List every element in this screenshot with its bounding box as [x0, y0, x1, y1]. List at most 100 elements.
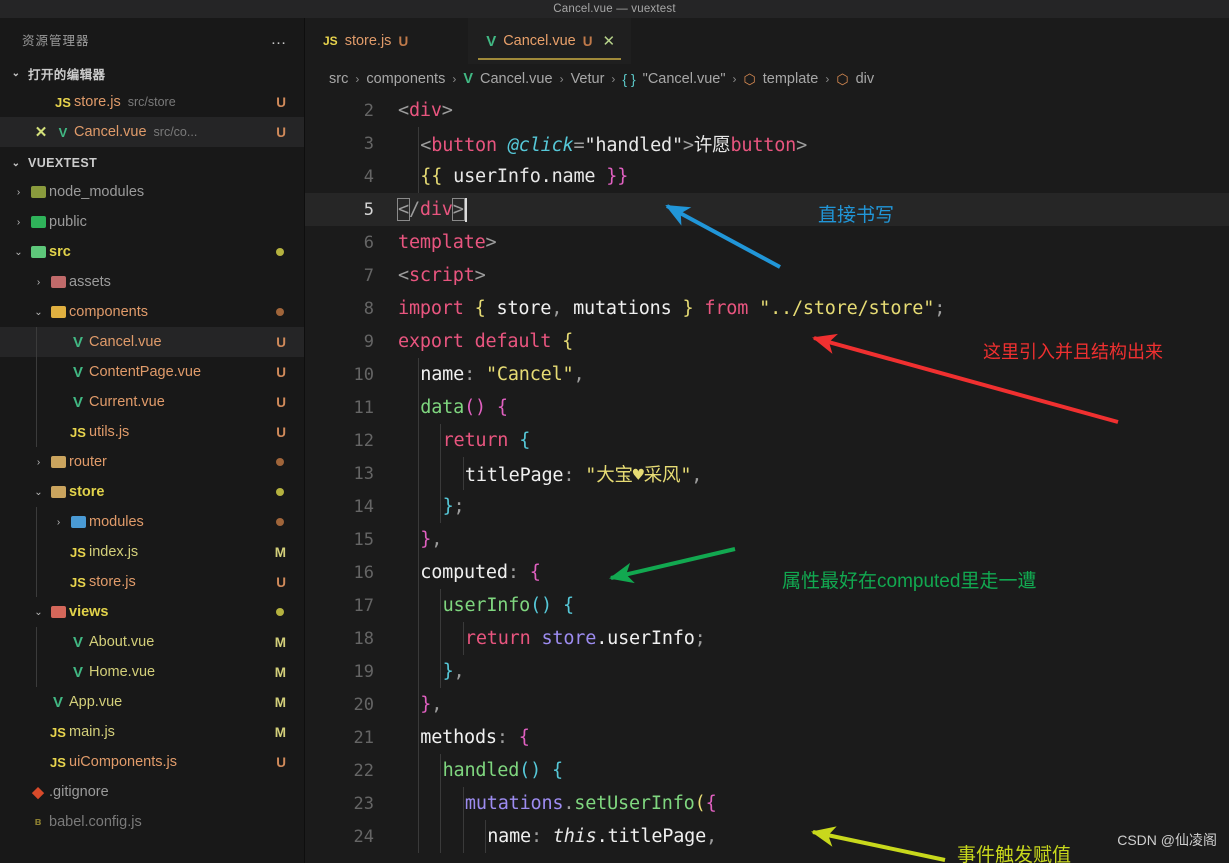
tree-item-main-js[interactable]: JS main.js M [0, 717, 304, 747]
open-editor-item-store[interactable]: JS store.js src/store U [0, 87, 304, 117]
section-open-editors[interactable]: ⌄ 打开的编辑器 [0, 59, 304, 87]
tree-item-current-vue[interactable]: V Current.vue U [0, 387, 304, 417]
vue-icon: V [463, 71, 474, 87]
more-actions-icon[interactable]: … [271, 31, 289, 47]
chevron-down-icon[interactable]: ⌄ [30, 487, 47, 498]
code-line-17[interactable]: 17 userInfo() { [305, 589, 1229, 622]
chevron-right-icon[interactable]: › [30, 277, 47, 288]
tree-item-label: store [69, 484, 105, 500]
tree-item-router[interactable]: › router [0, 447, 304, 477]
indent-guide [418, 424, 419, 457]
tree-item-store[interactable]: ⌄ store [0, 477, 304, 507]
tab-store-js[interactable]: JS store.js U [305, 18, 424, 64]
tree-item-public[interactable]: › public [0, 207, 304, 237]
tree-item-src[interactable]: ⌄ src [0, 237, 304, 267]
chevron-right-icon[interactable]: › [10, 187, 27, 198]
code-line-text: import { store, mutations } from "../sto… [398, 298, 946, 319]
code-line-3[interactable]: 3 <button @click="handled">许愿button> [305, 127, 1229, 160]
code-line-11[interactable]: 11 data() { [305, 391, 1229, 424]
breadcrumb-item-symbol-file[interactable]: "Cancel.vue" [643, 71, 726, 87]
breadcrumb-item-div[interactable]: div [856, 71, 875, 87]
breadcrumb-item-template[interactable]: template [763, 71, 819, 87]
tree-item-about-vue[interactable]: V About.vue M [0, 627, 304, 657]
chevron-right-icon: › [732, 72, 737, 86]
tree-item-app-vue[interactable]: V App.vue M [0, 687, 304, 717]
code-line-24[interactable]: 24 name: this.titlePage, [305, 820, 1229, 853]
line-number: 24 [353, 826, 374, 847]
modified-dot-indicator [276, 308, 284, 316]
code-line-20[interactable]: 20}, [305, 688, 1229, 721]
tree-item-node-modules[interactable]: › node_modules [0, 177, 304, 207]
tree-item--gitignore[interactable]: ◆ .gitignore [0, 777, 304, 807]
indent-guide [484, 820, 486, 853]
tree-item-label: Current.vue [89, 394, 165, 410]
chevron-down-icon[interactable]: ⌄ [30, 607, 47, 618]
code-line-12[interactable]: 12 return { [305, 424, 1229, 457]
chevron-right-icon[interactable]: › [10, 217, 27, 228]
close-icon[interactable]: ✕ [30, 123, 52, 141]
open-editors-label: 打开的编辑器 [28, 67, 106, 82]
indent-guide [36, 567, 37, 597]
tab-cancel-vue[interactable]: V Cancel.vue U ✕ [468, 18, 632, 64]
chevron-right-icon: › [825, 72, 830, 86]
vue-icon: V [58, 124, 68, 140]
chevron-right-icon[interactable]: › [30, 457, 47, 468]
code-line-23[interactable]: 23 mutations.setUserInfo({ [305, 787, 1229, 820]
chevron-down-icon[interactable]: ⌄ [10, 247, 27, 258]
tree-item-views[interactable]: ⌄ views [0, 597, 304, 627]
anno-import: 这里引入并且结构出来 [983, 342, 1163, 362]
status-badge: U [276, 124, 286, 140]
breadcrumb-item-src[interactable]: src [329, 71, 348, 87]
tree-item-cancel-vue[interactable]: V Cancel.vue U [0, 327, 304, 357]
code-editor[interactable]: 2 <div> 3 <button @click="handled">许愿button… [305, 94, 1229, 863]
code-line-21[interactable]: 21 methods: { [305, 721, 1229, 754]
status-badge: M [274, 694, 286, 710]
tree-item-contentpage-vue[interactable]: V ContentPage.vue U [0, 357, 304, 387]
anno-computed: 属性最好在computed里走一遭 [782, 571, 1037, 592]
code-line-14[interactable]: 14}; [305, 490, 1229, 523]
tree-item-label: store.js [89, 574, 136, 590]
tree-item-index-js[interactable]: JS index.js M [0, 537, 304, 567]
open-editor-path: src/co... [153, 125, 198, 139]
tree-item-utils-js[interactable]: JS utils.js U [0, 417, 304, 447]
js-icon: JS [50, 754, 66, 770]
code-line-15[interactable]: 15}, [305, 523, 1229, 556]
tree-item-modules[interactable]: › modules [0, 507, 304, 537]
code-line-19[interactable]: 19}, [305, 655, 1229, 688]
tree-item-label: uiComponents.js [69, 754, 177, 770]
close-icon[interactable]: ✕ [603, 32, 616, 50]
vscode-window: Cancel.vue — vuextest 资源管理器 … ⌄ 打开的编辑器 J… [0, 0, 1229, 863]
code-line-13[interactable]: 13 titlePage: "大宝♥采风", [305, 457, 1229, 490]
folder-store-icon [47, 486, 69, 498]
code-line-2[interactable]: 2 <div> [305, 94, 1229, 127]
chevron-right-icon[interactable]: › [50, 517, 67, 528]
folder-modules-icon [67, 516, 89, 528]
code-line-16[interactable]: 16 computed: { [305, 556, 1229, 589]
line-number: 17 [353, 595, 374, 616]
section-project-root[interactable]: ⌄ VUEXTEST [0, 149, 304, 177]
tree-item-label: utils.js [89, 424, 130, 440]
code-line-8[interactable]: 8 import { store, mutations } from "../st… [305, 292, 1229, 325]
tree-item-label: main.js [69, 724, 115, 740]
breadcrumb-item-components[interactable]: components [366, 71, 445, 87]
code-line-6[interactable]: 6 template> [305, 226, 1229, 259]
tree-item-components[interactable]: ⌄ components [0, 297, 304, 327]
tree-item-store-js[interactable]: JS store.js U [0, 567, 304, 597]
tree-item-home-vue[interactable]: V Home.vue M [0, 657, 304, 687]
breadcrumb-item-cancel-vue[interactable]: Cancel.vue [480, 71, 553, 87]
code-line-text: computed: { [420, 562, 541, 583]
open-editor-item-cancel[interactable]: ✕ V Cancel.vue src/co... U [0, 117, 304, 147]
code-line-18[interactable]: 18 return store.userInfo; [305, 622, 1229, 655]
tree-item-babel-config-js[interactable]: ʙ babel.config.js [0, 807, 304, 837]
line-number: 23 [353, 793, 374, 814]
tree-item-uicomponents-js[interactable]: JS uiComponents.js U [0, 747, 304, 777]
chevron-down-icon[interactable]: ⌄ [30, 307, 47, 318]
code-line-22[interactable]: 22 handled() { [305, 754, 1229, 787]
code-line-7[interactable]: 7 <script> [305, 259, 1229, 292]
code-line-5[interactable]: 5 </div> [305, 193, 1229, 226]
code-line-4[interactable]: 4 {{ userInfo.name }} [305, 160, 1229, 193]
cube-icon: ⬡ [836, 70, 849, 87]
tab-dirty-badge: U [398, 33, 409, 49]
tree-item-assets[interactable]: › assets [0, 267, 304, 297]
breadcrumb-item-vetur[interactable]: Vetur [571, 71, 605, 87]
